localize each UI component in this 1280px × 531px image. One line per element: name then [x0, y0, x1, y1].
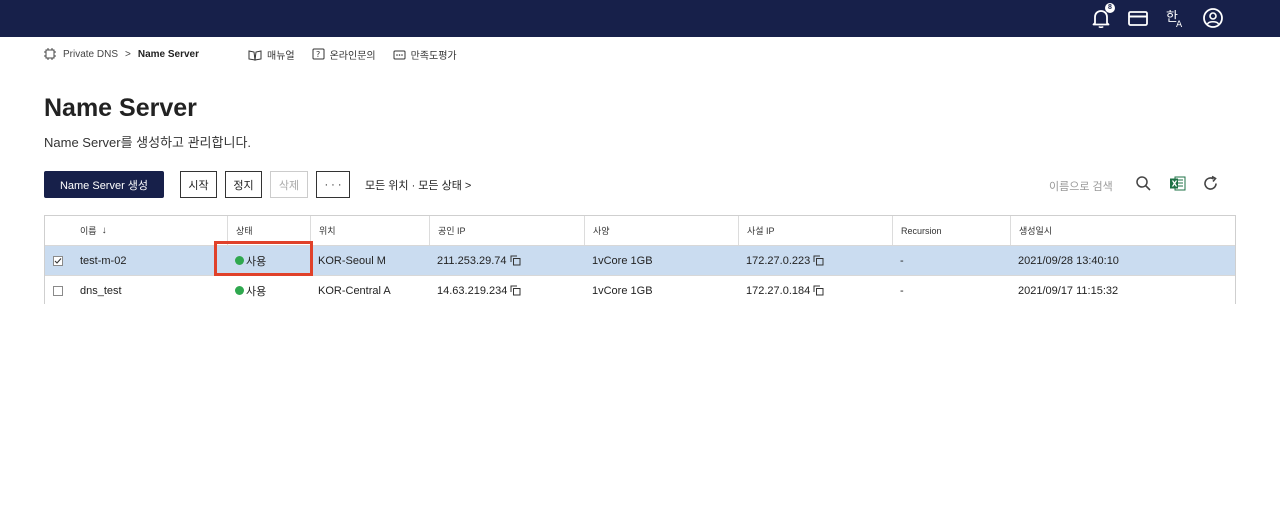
column-header-spec[interactable]: 사양: [584, 216, 738, 245]
sort-descending-icon[interactable]: ↓: [102, 225, 107, 236]
table-row[interactable]: dns_test 사용 KOR-Central A 14.63.219.234 …: [45, 275, 1235, 305]
search-icon[interactable]: [1135, 175, 1152, 192]
column-header-location[interactable]: 위치: [310, 216, 429, 245]
start-button[interactable]: 시작: [180, 171, 217, 198]
public-ip-value: 14.63.219.234: [437, 284, 508, 297]
cell-recursion: -: [900, 254, 904, 267]
page-title: Name Server: [44, 94, 197, 122]
cell-recursion: -: [900, 284, 904, 297]
row-checkbox[interactable]: [53, 285, 63, 296]
cell-public-ip: 14.63.219.234: [429, 276, 584, 305]
svg-text:X: X: [1172, 180, 1178, 189]
cell-location: KOR-Central A: [318, 284, 391, 297]
private-ip-value: 172.27.0.184: [746, 284, 811, 297]
question-icon: ?: [312, 48, 325, 60]
svg-text:?: ?: [316, 50, 320, 59]
page-description: Name Server를 생성하고 관리합니다.: [44, 135, 252, 150]
status-dot-icon: [235, 286, 244, 295]
book-icon: [248, 49, 262, 61]
private-ip-value: 172.27.0.223: [746, 254, 811, 267]
satisfaction-survey-link-label: 만족도평가: [410, 51, 457, 62]
chip-icon: [44, 48, 56, 60]
top-navigation-bar: 8 한A: [0, 0, 1280, 37]
column-header-name[interactable]: 이름 ↓: [72, 216, 227, 245]
satisfaction-survey-link[interactable]: 만족도평가: [393, 47, 457, 62]
manual-link-label: 매뉴얼: [267, 51, 295, 62]
manual-link[interactable]: 매뉴얼: [248, 47, 295, 62]
cell-private-ip: 172.27.0.223: [738, 246, 892, 275]
column-header-name-label: 이름: [80, 226, 97, 236]
more-actions-button[interactable]: · · ·: [316, 171, 350, 198]
cell-location: KOR-Seoul M: [318, 254, 386, 267]
online-inquiry-link[interactable]: ? 온라인문의: [312, 47, 376, 62]
search-input[interactable]: 이름으로 검색: [1049, 178, 1113, 194]
excel-download-icon[interactable]: X: [1169, 175, 1186, 192]
column-header-private-ip[interactable]: 사설 IP: [738, 216, 892, 245]
cell-created: 2021/09/17 11:15:32: [1018, 284, 1119, 297]
checkmark-icon: [54, 257, 62, 264]
cell-name: dns_test: [80, 284, 122, 297]
cell-spec: 1vCore 1GB: [592, 284, 653, 297]
column-header-recursion[interactable]: Recursion: [892, 216, 1010, 245]
svg-text:A: A: [1176, 20, 1183, 30]
copy-icon[interactable]: [510, 285, 521, 296]
column-header-public-ip[interactable]: 공인 IP: [429, 216, 584, 245]
row-checkbox-cell: [45, 276, 72, 305]
status-highlight-box: [214, 241, 313, 276]
notification-badge: 8: [1105, 3, 1115, 13]
breadcrumb-current: Name Server: [137, 48, 200, 60]
location-status-filter[interactable]: 모든 위치 · 모든 상태 >: [365, 177, 471, 193]
cell-created: 2021/09/28 13:40:10: [1018, 254, 1119, 267]
copy-icon[interactable]: [813, 285, 824, 296]
column-header-created[interactable]: 생성일시: [1010, 216, 1235, 245]
row-checkbox-cell: [45, 246, 72, 275]
status-label: 사용: [246, 285, 267, 298]
cell-status: 사용: [227, 276, 310, 305]
card-icon[interactable]: [1126, 6, 1150, 30]
public-ip-value: 211.253.29.74: [437, 254, 507, 267]
copy-icon[interactable]: [813, 255, 824, 266]
bell-icon[interactable]: 8: [1089, 3, 1115, 30]
breadcrumb: Private DNS > Name Server: [44, 47, 199, 61]
breadcrumb-service-link[interactable]: Private DNS: [63, 49, 118, 60]
refresh-icon[interactable]: [1202, 175, 1219, 192]
cell-private-ip: 172.27.0.184: [738, 276, 892, 305]
header-checkbox-cell: [45, 216, 72, 245]
create-name-server-button[interactable]: Name Server 생성: [44, 171, 164, 198]
cell-spec: 1vCore 1GB: [592, 254, 653, 267]
copy-icon[interactable]: [510, 255, 521, 266]
breadcrumb-separator: >: [125, 48, 131, 60]
cell-name: test-m-02: [80, 254, 127, 267]
help-links: 매뉴얼 ? 온라인문의 만족도평가: [248, 47, 474, 62]
delete-button[interactable]: 삭제: [270, 171, 308, 198]
cell-public-ip: 211.253.29.74: [429, 246, 584, 275]
stop-button[interactable]: 정지: [225, 171, 262, 198]
chat-bubble-icon: [393, 50, 406, 59]
online-inquiry-link-label: 온라인문의: [329, 51, 376, 62]
language-icon[interactable]: 한A: [1163, 6, 1187, 30]
user-icon[interactable]: [1201, 6, 1225, 30]
row-checkbox[interactable]: [53, 255, 63, 266]
